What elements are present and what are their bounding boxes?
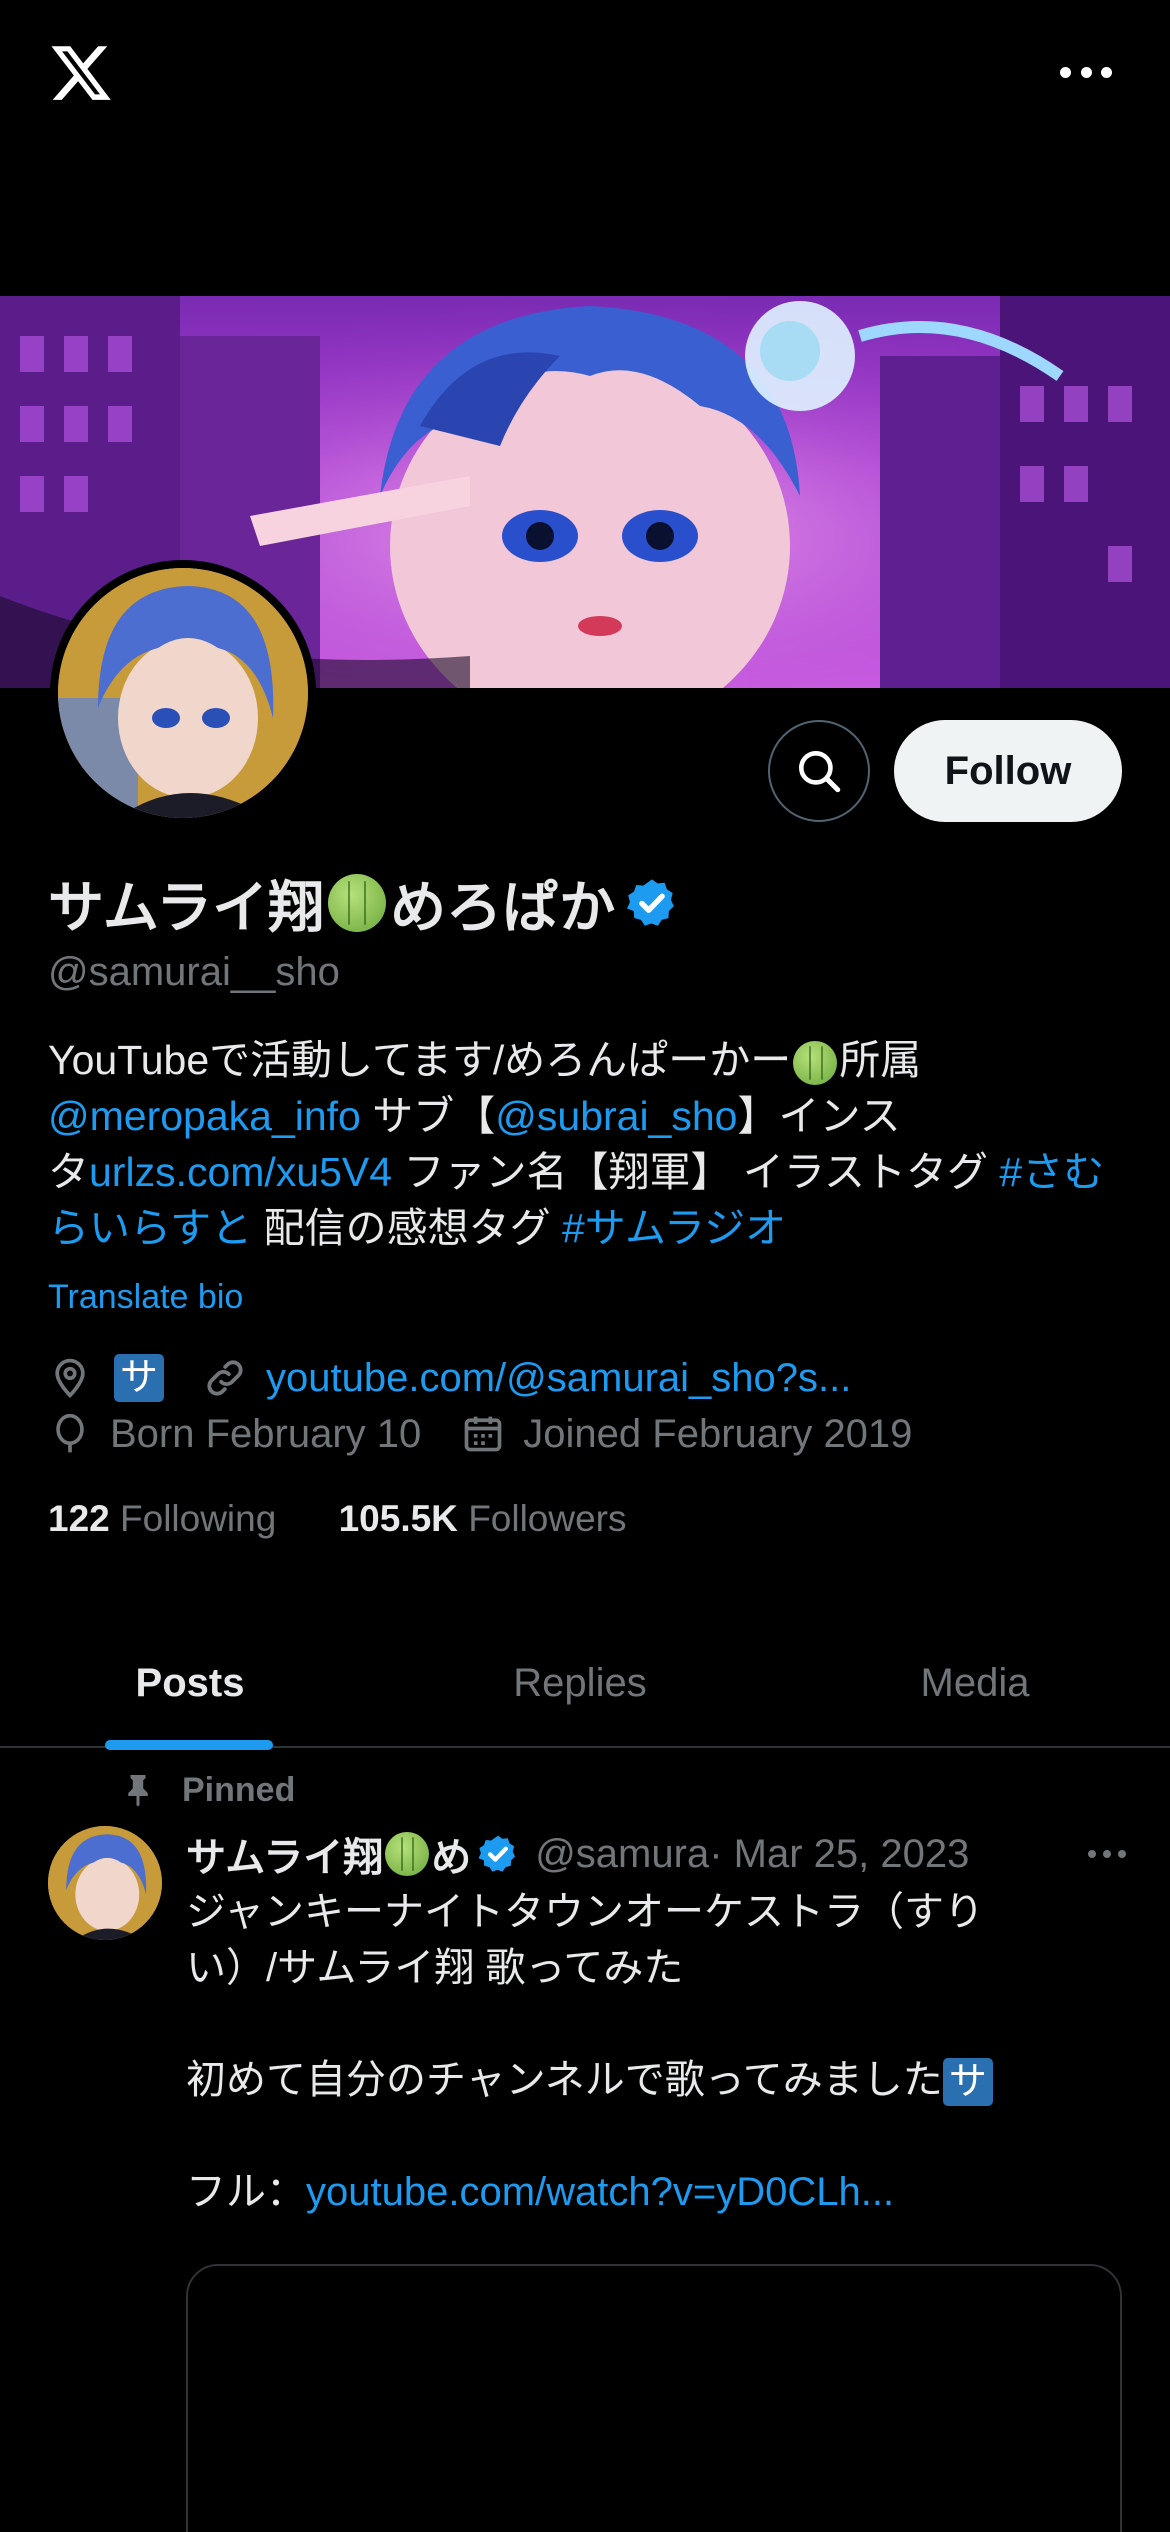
profile-website-link[interactable]: youtube.com/@samurai_sho?s... <box>266 1356 851 1401</box>
top-bar <box>0 0 1170 150</box>
following-stat[interactable]: 122 Following <box>48 1498 276 1539</box>
post-youtube-link[interactable]: youtube.com/watch?v=yD0CLh... <box>306 2170 894 2214</box>
follow-button[interactable]: Follow <box>894 720 1122 822</box>
post-date[interactable]: · Mar 25, 2023 <box>709 1832 969 1877</box>
location-icon <box>55 1358 85 1399</box>
post-header: サムライ翔 め @samura · Mar 25, 2023 <box>186 1826 1126 1882</box>
post-text: 初めて自分のチャンネルで歌ってみました <box>186 2058 943 2102</box>
bio-mention-subrai[interactable]: @subrai_sho <box>495 1093 737 1139</box>
following-label: Following <box>120 1498 277 1539</box>
verified-badge-icon <box>478 1835 516 1872</box>
profile-avatar[interactable] <box>50 560 316 826</box>
follow-stats: 122 Following 105.5K Followers <box>48 1498 627 1540</box>
tab-replies[interactable]: Replies <box>380 1620 780 1746</box>
profile-handle: @samurai__sho <box>48 950 340 994</box>
bio-mention-meropaka[interactable]: @meropaka_info <box>48 1093 361 1139</box>
post-author-name-cut: め <box>431 1836 472 1880</box>
post-link-card[interactable] <box>186 2264 1122 2532</box>
x-logo-icon[interactable] <box>48 40 114 106</box>
post-text-line: い）/サムライ翔 歌ってみた <box>186 1946 684 1990</box>
post-text-line: ジャンキーナイトタウンオーケストラ（すり <box>186 1890 984 1934</box>
bio-text: ファン名【翔軍】 イラストタグ <box>392 1149 1000 1195</box>
melon-emoji-icon <box>793 1041 838 1086</box>
bio-text: YouTubeで活動してます/めろんぱーかー <box>48 1037 792 1083</box>
followers-stat[interactable]: 105.5K Followers <box>339 1498 627 1539</box>
translate-bio-link[interactable]: Translate bio <box>48 1278 243 1317</box>
post-more-icon[interactable] <box>1088 1850 1126 1858</box>
bio-link-instagram[interactable]: urlzs.com/xu5V4 <box>89 1149 392 1195</box>
pinned-label: Pinned <box>182 1770 296 1809</box>
followers-label: Followers <box>468 1498 627 1539</box>
melon-emoji-icon <box>328 874 387 932</box>
verified-badge-icon[interactable] <box>625 876 679 930</box>
link-icon <box>207 1360 243 1396</box>
display-name-suffix: めろぱか <box>390 875 616 939</box>
melon-emoji-icon <box>385 1832 430 1876</box>
profile-meta-row-1: サ youtube.com/@samurai_sho?s... <box>48 1354 851 1402</box>
joined-date: Joined February 2019 <box>523 1411 913 1456</box>
post-text-line: フル：youtube.com/watch?v=yD0CLh... <box>186 2164 1066 2220</box>
profile-bio: YouTubeで活動してます/めろんぱーかー 所属 @meropaka_info … <box>48 1032 1128 1256</box>
following-count: 122 <box>48 1498 110 1539</box>
tab-posts[interactable]: Posts <box>0 1620 380 1750</box>
more-options-icon[interactable] <box>1060 60 1112 84</box>
display-name-text: サムライ翔 <box>48 875 325 939</box>
followers-count: 105.5K <box>338 1498 458 1539</box>
location-text: サ <box>114 1354 165 1402</box>
bio-text: 配信の感想タグ <box>252 1205 562 1251</box>
profile-meta-row-2: Born February 10 Joined February 2019 <box>48 1410 912 1458</box>
post-text-line: 初めて自分のチャンネルで歌ってみましたサ <box>186 2052 1066 2108</box>
post-avatar-image <box>48 1826 162 1940</box>
calendar-icon <box>464 1416 502 1452</box>
bio-text: 所属 <box>839 1037 922 1083</box>
search-profile-button[interactable] <box>768 720 870 822</box>
bio-text: サブ【 <box>360 1093 496 1139</box>
profile-tabs: Posts Replies Media <box>0 1620 1170 1750</box>
bio-text: タ <box>48 1149 89 1195</box>
post-author-handle[interactable]: @samura <box>535 1832 709 1877</box>
pinned-indicator: Pinned <box>120 1770 295 1810</box>
search-icon <box>799 751 841 793</box>
tab-media[interactable]: Media <box>780 1620 1170 1746</box>
post-text: フル： <box>186 2170 306 2214</box>
post-sa-badge: サ <box>942 2058 993 2107</box>
post-author-avatar[interactable] <box>48 1826 162 1940</box>
born-date: Born February 10 <box>110 1411 422 1456</box>
balloon-icon <box>56 1413 84 1453</box>
bio-hashtag-radio[interactable]: #サムラジオ <box>562 1205 786 1251</box>
bio-text: 】インス <box>737 1093 901 1139</box>
post-body[interactable]: ジャンキーナイトタウンオーケストラ（すり い）/サムライ翔 歌ってみた 初めて自… <box>186 1884 1066 2220</box>
pin-icon <box>128 1775 148 1807</box>
post-author-name[interactable]: サムライ翔 め <box>186 1825 519 1883</box>
post-author-name-text: サムライ翔 <box>186 1836 384 1880</box>
display-name: サムライ翔 めろぱか <box>48 868 679 939</box>
avatar-image <box>58 568 308 818</box>
